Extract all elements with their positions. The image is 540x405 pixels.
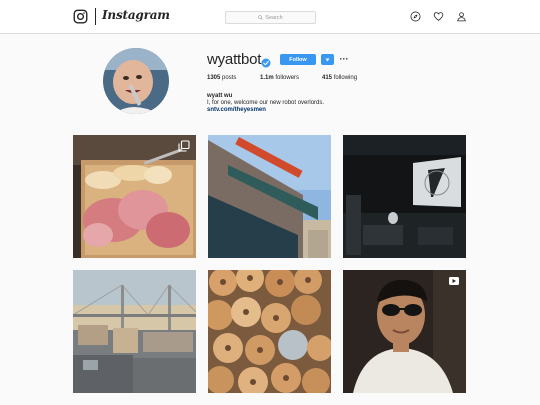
more-options-button[interactable]: ··· [339,54,349,64]
post-tile-building[interactable] [208,135,331,258]
followers-count-value: 1.1m [260,75,274,81]
search-placeholder: Search [265,14,283,21]
profile-username: wyattbot [207,51,262,68]
post-tile-portrait[interactable] [343,270,466,393]
compass-icon[interactable] [410,11,421,22]
profile-bio: I, for one, welcome our new robot overlo… [207,100,325,106]
suggested-accounts-button[interactable] [321,54,334,65]
followers-count-label: followers [275,75,300,81]
verified-badge-icon [261,55,271,68]
posts-count-value: 1305 [207,75,221,81]
heart-icon[interactable] [433,11,444,22]
search-icon [258,15,263,20]
logo-divider [95,8,96,25]
profile-website-link[interactable]: sntv.com/theyesmen [207,107,266,113]
top-nav: Instagram Search [0,0,540,34]
post-tile-screening-room[interactable] [343,135,466,258]
carousel-icon [178,140,190,152]
instagram-glyph-icon[interactable] [73,9,88,24]
post-tile-charcuterie[interactable] [73,135,196,258]
following-count[interactable]: 415 following [322,75,357,81]
person-icon[interactable] [456,11,467,22]
following-count-value: 415 [322,75,333,81]
video-icon [448,275,460,287]
following-count-label: following [333,75,358,81]
posts-count: 1305 posts [207,75,236,81]
follow-button[interactable]: Follow [280,54,316,65]
profile-full-name: wyatt wu [207,93,233,99]
search-input[interactable]: Search [225,11,316,24]
posts-count-label: posts [222,75,237,81]
followers-count[interactable]: 1.1m followers [260,75,299,81]
post-tile-bridge[interactable] [73,270,196,393]
profile-avatar[interactable] [103,48,169,114]
post-tile-bagels[interactable] [208,270,331,393]
instagram-wordmark[interactable]: Instagram [102,8,170,22]
chevron-down-icon [325,58,330,61]
